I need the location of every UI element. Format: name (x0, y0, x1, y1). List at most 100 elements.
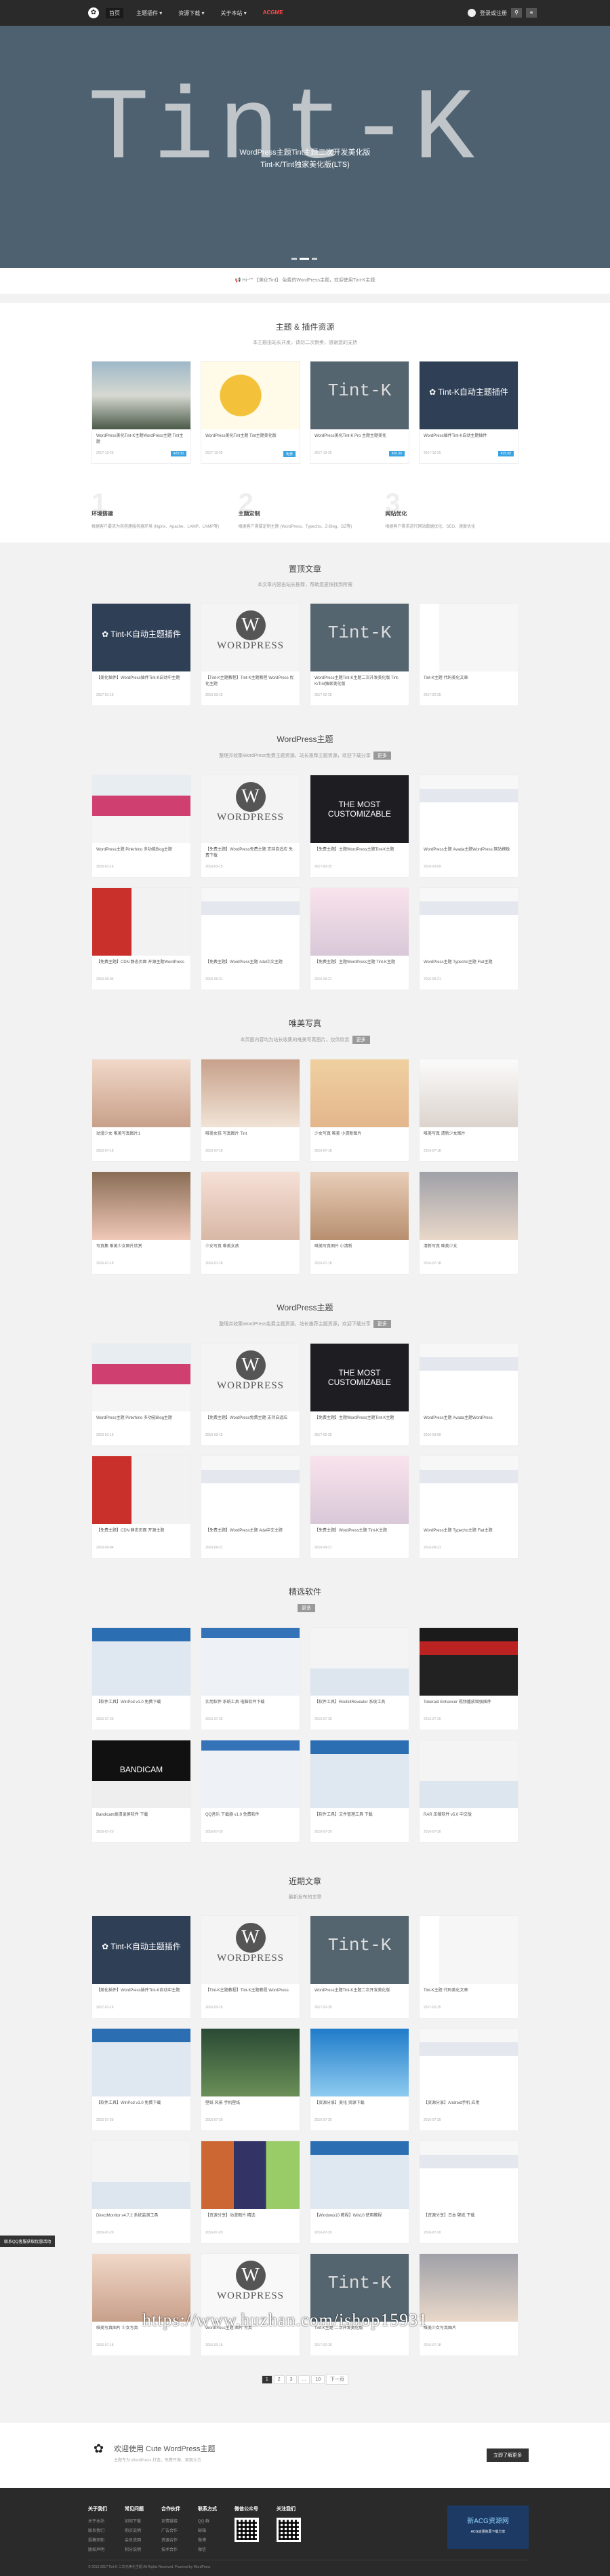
footer-link[interactable]: 资源合作 (161, 2537, 180, 2543)
side-float-tag[interactable]: 联系QQ客服获取优惠活动 (0, 2236, 56, 2247)
post-title[interactable]: 【Tint-K主题教程】Tint-K主题教程 WordPress 优化主题 (201, 671, 300, 690)
post-card[interactable]: RAR 压缩软件 v5.0 中文版 2016-07-20 (419, 1740, 518, 1843)
login-link[interactable]: 登录或注册 (480, 9, 507, 17)
post-card[interactable]: Tint-K WordPress美化Tint-K Pro 主题主题美化 2017-1… (310, 361, 409, 464)
post-thumbnail[interactable] (420, 1628, 518, 1696)
page-link[interactable]: 10 (311, 2375, 325, 2384)
menu-icon[interactable]: ≡ (526, 8, 537, 18)
post-card[interactable]: 唯美写真图片 少女写真 2016-07-18 (92, 2253, 191, 2356)
post-thumbnail[interactable] (420, 1059, 518, 1127)
post-thumbnail[interactable] (310, 1172, 409, 1240)
post-title[interactable]: Bandicam高清录屏软件 下载 (92, 1808, 190, 1827)
post-thumbnail[interactable]: BANDICAM (92, 1740, 190, 1808)
post-thumbnail[interactable] (201, 1740, 300, 1808)
post-thumbnail[interactable] (310, 2141, 409, 2209)
post-card[interactable]: 【软件工具】文件管理工具 下载 2016-07-20 (310, 1740, 409, 1843)
post-title[interactable]: 【美化插件】WordPress插件Tint-K自动中主题 (92, 671, 190, 690)
post-thumbnail[interactable] (310, 888, 409, 956)
post-title[interactable]: 【资源分享】动漫图片 精选 (201, 2209, 300, 2228)
post-title[interactable]: 唯美写真图片 小清新 (310, 1240, 409, 1259)
post-card[interactable]: WordPress主题 Pinkrhino 多功能Blog主题 2016-01-1… (92, 1343, 191, 1446)
more-button[interactable]: 更多 (373, 752, 391, 760)
nav-item[interactable]: 关于本站 ▾ (218, 8, 250, 18)
post-card[interactable]: 少女写真 唯美女孩 2016-07-18 (201, 1171, 300, 1274)
post-thumbnail[interactable] (420, 1344, 518, 1411)
post-thumbnail[interactable]: W WORDPRESS (201, 604, 300, 671)
avatar[interactable] (468, 9, 476, 17)
slider-dot[interactable] (291, 258, 297, 260)
post-thumbnail[interactable] (420, 775, 518, 843)
post-title[interactable]: 【免费主题】WordPress主题 Ada中文主题 (201, 1524, 300, 1543)
post-thumbnail[interactable] (420, 1916, 518, 1984)
post-title[interactable]: DirectMonitor v4.7.2 系统监测工具 (92, 2209, 190, 2228)
post-card[interactable]: THE MOST CUSTOMIZABLE 【免费主题】主题WordPress主题… (310, 775, 409, 878)
post-card[interactable]: Tint-K Tint-K主题 二次开发美化版 2017-02-25 (310, 2253, 409, 2356)
post-card[interactable]: 【免费主题】WordPress主题 Ada中文主题 2016-09-21 (201, 1456, 300, 1559)
post-title[interactable]: 唯美写真 清新少女图片 (420, 1127, 518, 1146)
post-thumbnail[interactable] (420, 1172, 518, 1240)
post-card[interactable]: 实用软件 系统工具 电脑软件下载 2016-07-20 (201, 1627, 300, 1730)
slider-dot-active[interactable] (300, 258, 309, 260)
footer-link[interactable]: 技术合作 (161, 2546, 180, 2552)
post-title[interactable]: 【资源分享】美化 资源下载 (310, 2096, 409, 2115)
page-link[interactable]: 2 (273, 2375, 285, 2384)
post-thumbnail[interactable] (420, 2141, 518, 2209)
post-thumbnail[interactable] (310, 1456, 409, 1524)
post-thumbnail[interactable] (201, 888, 300, 956)
post-title[interactable]: 【免费主题】CDN 静态页面 开源主题WordPress (92, 956, 190, 975)
post-thumbnail[interactable]: W WORDPRESS (201, 775, 300, 843)
site-logo-icon[interactable]: ✿ (88, 7, 99, 18)
post-title[interactable]: 【免费主题】WordPress主题 Ada中文主题 (201, 956, 300, 975)
post-card[interactable]: 【免费主题】WordPress主题 Tint-K主题 2016-09-21 (310, 1456, 409, 1559)
post-card[interactable]: WordPress主题 Avada主题WordPress 2016-03-09 (419, 1343, 518, 1446)
post-card[interactable]: WordPress主题 Typecho主题 Flat主题 2016-09-21 (419, 1456, 518, 1559)
post-card[interactable]: 【免费主题】CDN 静态页面 开源主题 2016-09-04 (92, 1456, 191, 1559)
footer-link[interactable]: 版权声明 (88, 2546, 107, 2552)
post-card[interactable]: W WORDPRESS 【Tint-K主题教程】Tint-K主题教程 WordPre… (201, 1915, 300, 2018)
footer-link[interactable]: QQ 群 (198, 2518, 217, 2524)
post-card[interactable]: 【资源分享】日本 壁纸 下载 2016-07-20 (419, 2141, 518, 2244)
post-title[interactable]: 动漫少女 唯美写真图片1 (92, 1127, 190, 1146)
footer-link[interactable]: 投稿须知 (88, 2537, 107, 2543)
nav-item[interactable]: 首页 (106, 7, 123, 18)
post-card[interactable]: QQ音乐 下载器 v1.0 免费软件 2016-07-20 (201, 1740, 300, 1843)
post-title[interactable]: WordPress主题 Avada主题WordPress 网站模板 (420, 843, 518, 862)
post-title[interactable]: WordPress主题 Avada主题WordPress (420, 1411, 518, 1430)
post-card[interactable]: DirectMonitor v4.7.2 系统监测工具 2016-07-20 (92, 2141, 191, 2244)
post-card[interactable]: THE MOST CUSTOMIZABLE 【免费主题】主题WordPress主题… (310, 1343, 409, 1446)
post-title[interactable]: WordPress主题Tint-K主题二次开发美化版 (310, 1984, 409, 2003)
post-card[interactable]: 【免费主题】主题WordPress主题 Tint-K主题 2016-09-21 (310, 887, 409, 990)
post-title[interactable]: 【Windows10 教程】Win10 使用教程 (310, 2209, 409, 2228)
post-thumbnail[interactable]: W WORDPRESS (201, 1916, 300, 1984)
page-link[interactable]: ... (298, 2375, 310, 2384)
post-title[interactable]: 【免费主题】WordPress免费主题 支持自适应 免费下载 (201, 843, 300, 862)
slider-dot[interactable] (312, 258, 317, 260)
footer-link[interactable]: 积分说明 (125, 2546, 144, 2552)
post-thumbnail[interactable] (92, 1172, 190, 1240)
post-thumbnail[interactable]: THE MOST CUSTOMIZABLE (310, 775, 409, 843)
post-title[interactable]: WordPress插件Tint-K自动主题插件 (420, 429, 518, 448)
post-card[interactable]: ✿ Tint-K自动主题插件 【美化插件】WordPress插件Tint-K自动中… (92, 1915, 191, 2018)
post-thumbnail[interactable] (420, 2029, 518, 2096)
post-title[interactable]: 少女写真 唯美女孩 (201, 1240, 300, 1259)
post-card[interactable]: 【Windows10 教程】Win10 使用教程 2016-07-20 (310, 2141, 409, 2244)
post-title[interactable]: 【资源分享】日本 壁纸 下载 (420, 2209, 518, 2228)
post-title[interactable]: 【资源分享】Android手机 应用 (420, 2096, 518, 2115)
post-title[interactable]: 【免费主题】WordPress主题 Tint-K主题 (310, 1524, 409, 1543)
post-thumbnail[interactable] (92, 362, 190, 429)
post-thumbnail[interactable]: THE MOST CUSTOMIZABLE (310, 1344, 409, 1411)
post-thumbnail[interactable] (310, 1059, 409, 1127)
post-thumbnail[interactable] (92, 1059, 190, 1127)
post-title[interactable]: Tint-K主题 代码美化文章 (420, 671, 518, 690)
post-title[interactable]: WordPress主题Tint-K主题二次开发美化版 Tint-K/Tint独家… (310, 671, 409, 690)
footer-link[interactable]: 邮箱 (198, 2527, 217, 2533)
post-thumbnail[interactable] (420, 1740, 518, 1808)
post-card[interactable]: BANDICAM Bandicam高清录屏软件 下载 2016-07-20 (92, 1740, 191, 1843)
post-title[interactable]: 【Tint-K主题教程】Tint-K主题教程 WordPress (201, 1984, 300, 2003)
post-title[interactable]: 【免费主题】主题WordPress主题Tint-K主题 (310, 843, 409, 862)
post-card[interactable]: 写真集 唯美少女图片欣赏 2016-07-18 (92, 1171, 191, 1274)
post-card[interactable]: Tint-K WordPress主题Tint-K主题二次开发美化版 2017-02-… (310, 1915, 409, 2018)
footer-link[interactable]: 微博 (198, 2537, 217, 2543)
post-thumbnail[interactable] (201, 1628, 300, 1696)
post-thumbnail[interactable] (201, 1456, 300, 1524)
